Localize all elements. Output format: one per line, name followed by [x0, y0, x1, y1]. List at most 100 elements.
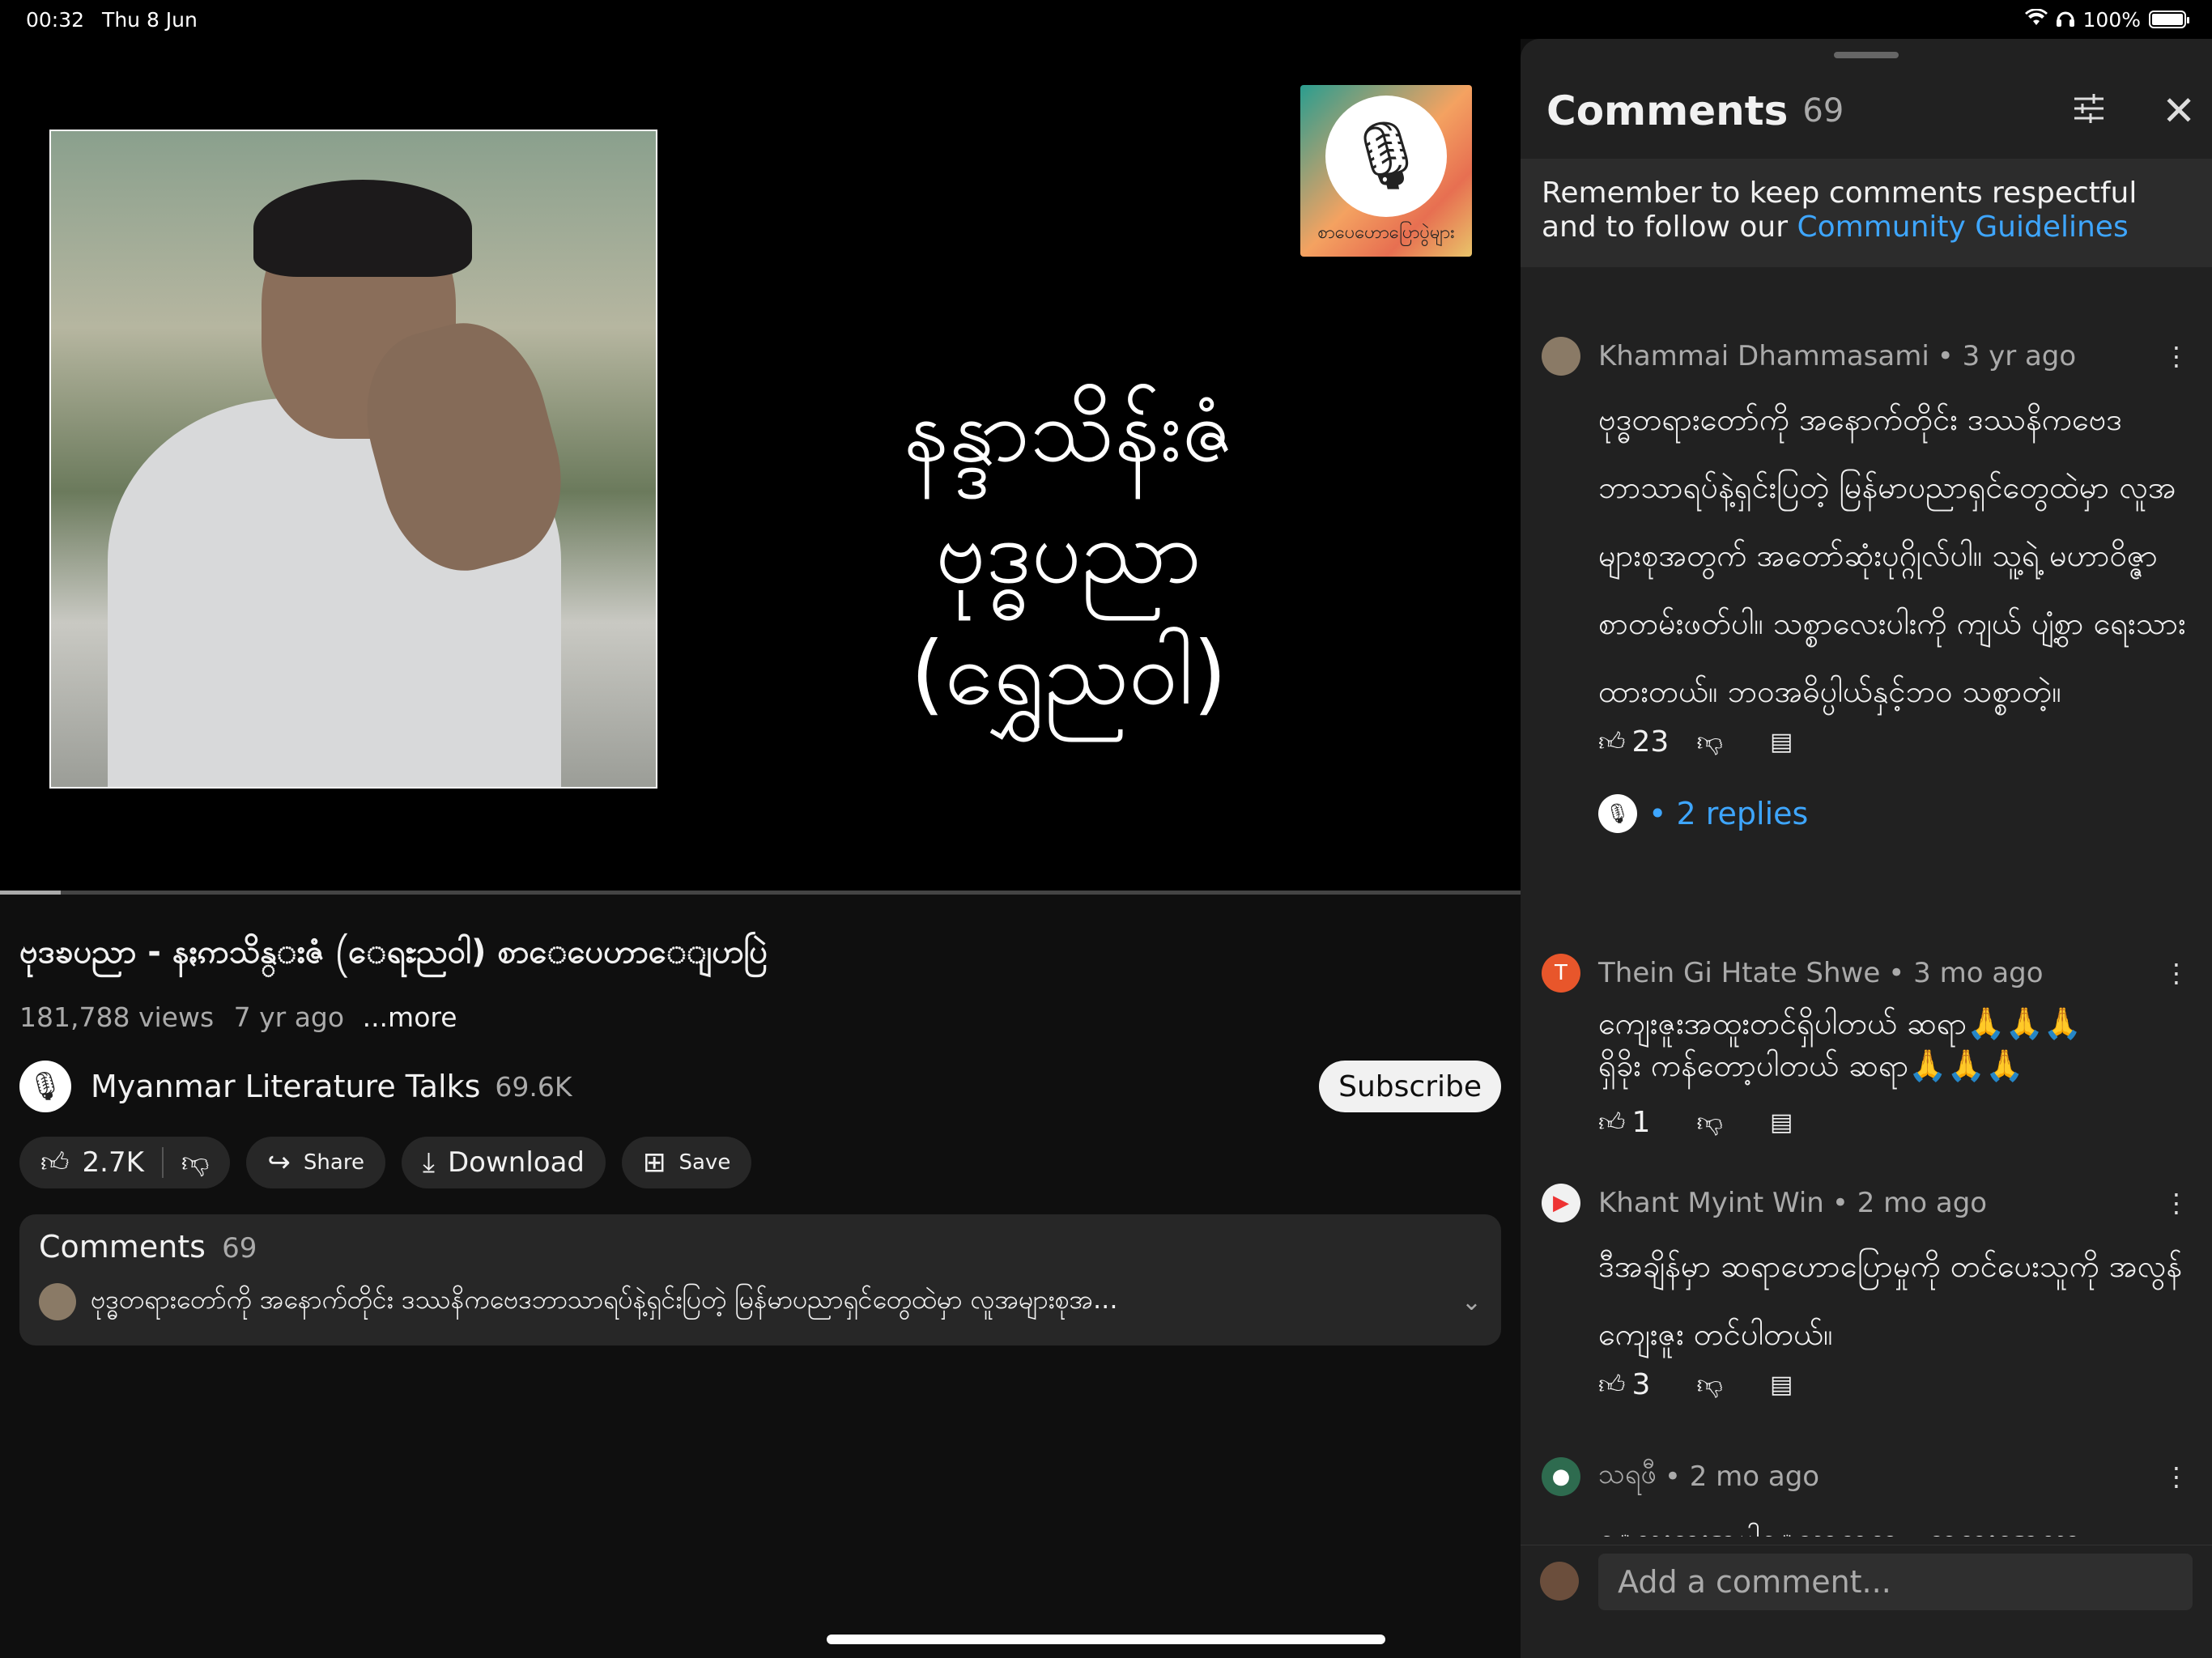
like-count[interactable]: 2.7K	[83, 1146, 144, 1179]
channel-name[interactable]: Myanmar Literature Talks	[91, 1069, 480, 1104]
reply-icon[interactable]: ▤	[1770, 728, 1793, 756]
more-link[interactable]: ...more	[363, 1001, 457, 1033]
more-options-icon[interactable]: ⋮	[2163, 341, 2189, 372]
chevron-down-icon[interactable]: ⌄	[1461, 1288, 1482, 1316]
comments-preview-title: Comments	[39, 1229, 206, 1265]
thumbs-up-icon[interactable]: 👍︎	[1598, 1107, 1625, 1138]
panel-title: Comments	[1546, 87, 1789, 134]
comment-header: ● သရဖီ • 2 mo ago ⋮	[1542, 1456, 2189, 1497]
download-icon: ⤓	[422, 1146, 435, 1179]
comment-actions: 👍︎ 1 👎︎ ▤	[1598, 1106, 2189, 1139]
microphone-icon: 🎙	[1325, 95, 1447, 217]
sort-filter-icon[interactable]	[2073, 91, 2105, 132]
comment-author[interactable]: Thein Gi Htate Shwe	[1598, 957, 1880, 989]
status-right: 100%	[2024, 7, 2189, 32]
comments-list: Khammai Dhammasami • 3 yr ago ⋮ ဗုဒ္ဓတရာ…	[1521, 290, 2212, 1537]
view-count: 181,788 views	[19, 1001, 215, 1033]
save-playlist-icon: ⊞	[643, 1146, 666, 1179]
comment-age: • 3 mo ago	[1888, 957, 2044, 989]
video-overlay-title: နန္ဒာသိန်းဇံ ဗုဒ္ဓပညာ (ရွှေညဝါ)	[850, 371, 1287, 735]
comment-item: ● သရဖီ • 2 mo ago ⋮ ေလးစားအပ္ပါေသာဆရာ...…	[1542, 1456, 2189, 1537]
comments-preview-text: ဗုဒ္ဓတရားတော်ကို အနောက်တိုင်း ဒဿနိကဗေဒဘာ…	[91, 1284, 1118, 1315]
comment-text: ဗုဒ္ဓတရားတော်ကို အနောက်တိုင်း ဒဿနိကဗေဒ ဘ…	[1598, 402, 2186, 709]
like-dislike-pill: 👍︎ 2.7K 👎︎	[19, 1137, 231, 1188]
comment-header: ▶ Khant Myint Win • 2 mo ago ⋮	[1542, 1184, 2189, 1222]
community-guidelines-link[interactable]: Community Guidelines	[1797, 210, 2128, 244]
save-button[interactable]: ⊞ Save	[622, 1137, 752, 1188]
video-thumbnail-photo	[49, 130, 657, 789]
thumbs-down-icon[interactable]: 👎︎	[1696, 726, 1722, 758]
comment-actions: 👍︎ 3 👎︎ ▤	[1598, 1368, 2189, 1401]
share-icon: ↪	[267, 1146, 291, 1179]
headphones-icon	[2056, 8, 2075, 32]
comment-like-count: 3	[1631, 1368, 1651, 1401]
comment-author[interactable]: သရဖီ	[1598, 1456, 1657, 1497]
add-comment-input[interactable]	[1598, 1554, 2193, 1610]
wifi-icon	[2024, 7, 2048, 32]
overlay-line-1: နန္ဒာသိန်းဇံ	[903, 380, 1235, 482]
close-icon[interactable]: ✕	[2162, 87, 2196, 134]
creator-avatar: 🎙	[1598, 794, 1637, 833]
more-options-icon[interactable]: ⋮	[2163, 1461, 2189, 1492]
more-options-icon[interactable]: ⋮	[2163, 1188, 2189, 1218]
commenter-avatar[interactable]: T	[1542, 954, 1580, 993]
commenter-avatar[interactable]	[1542, 337, 1580, 376]
comment-author[interactable]: Khant Myint Win	[1598, 1187, 1824, 1219]
comment-text: ကျေးဇူးအထူးတင်ရှိပါတယ် ဆရာ🙏🙏🙏 ရှိခိုး ကန…	[1598, 1002, 2189, 1086]
comments-panel: Comments 69 ✕ Remember to keep comments …	[1521, 39, 2212, 1658]
status-bar: 00:32 Thu 8 Jun 100%	[0, 0, 2212, 39]
comment-actions: 👍︎ 23 👎︎ ▤	[1598, 725, 2189, 759]
more-options-icon[interactable]: ⋮	[2163, 958, 2189, 988]
battery-icon	[2149, 11, 2189, 28]
reply-icon[interactable]: ▤	[1770, 1108, 1793, 1137]
video-player[interactable]: နန္ဒာသိန်းဇံ ဗုဒ္ဓပညာ (ရွှေညဝါ) 🎙 စာပေဟေ…	[0, 39, 1521, 892]
comment-text: ဒီအချိန်မှာ ဆရာဟောပြောမှုကို တင်ပေးသူကို…	[1598, 1248, 2183, 1352]
comments-preview-count: 69	[222, 1232, 257, 1265]
comment-text-line-1: ကျေးဇူးအထူးတင်ရှိပါတယ် ဆရာ🙏🙏🙏	[1598, 1005, 2082, 1041]
subscriber-count: 69.6K	[495, 1070, 572, 1103]
thumbs-down-icon[interactable]: 👎︎	[181, 1146, 210, 1180]
thumbs-up-icon[interactable]: 👍︎	[40, 1146, 70, 1180]
comment-header: Khammai Dhammasami • 3 yr ago ⋮	[1542, 337, 2189, 376]
video-area: နန္ဒာသိန်းဇံ ဗုဒ္ဓပညာ (ရွှေညဝါ) 🎙 စာပေဟေ…	[0, 39, 1521, 1658]
video-stats: 181,788 views 7 yr ago ...more	[19, 1001, 1501, 1033]
download-label: Download	[447, 1146, 585, 1179]
subscribe-button[interactable]: Subscribe	[1319, 1061, 1501, 1112]
overlay-line-3: (ရွှေညဝါ)	[910, 623, 1227, 725]
home-indicator[interactable]	[827, 1635, 1385, 1644]
thumbs-down-icon[interactable]: 👎︎	[1696, 1369, 1722, 1401]
share-label: Share	[303, 1150, 364, 1175]
download-button[interactable]: ⤓ Download	[401, 1137, 606, 1188]
view-replies-button[interactable]: 🎙 • 2 replies	[1598, 794, 2189, 833]
overlay-line-2: ဗုဒ္ဓပညာ	[935, 502, 1202, 603]
comment-author[interactable]: Khammai Dhammasami	[1598, 340, 1929, 372]
commenter-avatar[interactable]: ●	[1542, 1456, 1580, 1496]
comment-text: ေလးစားအပ္ပါေသာဆရာ...ဘုရားအေလာ	[1598, 1518, 2189, 1537]
share-button[interactable]: ↪ Share	[246, 1137, 385, 1188]
channel-watermark: 🎙 စာပေဟောပြောပွဲများ	[1300, 85, 1472, 257]
video-title[interactable]: ဗုဒၶပညာ - နႏၵာသိန္းဇံ (ေရႊညဝါ) စာေပေဟာေျ…	[19, 931, 1501, 979]
panel-drag-handle[interactable]	[1834, 52, 1899, 58]
comments-preview-header: Comments 69	[39, 1229, 1482, 1265]
comments-preview-card[interactable]: Comments 69 ဗုဒ္ဓတရားတော်ကို အနောက်တိုင်…	[19, 1214, 1501, 1346]
comment-age: • 2 mo ago	[1831, 1187, 1988, 1219]
thumbs-down-icon[interactable]: 👎︎	[1696, 1107, 1722, 1138]
comment-like-count: 1	[1631, 1106, 1651, 1139]
reply-icon[interactable]: ▤	[1770, 1371, 1793, 1399]
comment-age: • 3 yr ago	[1937, 340, 2077, 372]
replies-count: • 2 replies	[1648, 796, 1809, 831]
comment-like-count: 23	[1631, 725, 1670, 759]
channel-avatar[interactable]: 🎙	[19, 1061, 71, 1112]
progress-played	[0, 891, 62, 895]
commenter-avatar	[39, 1283, 76, 1320]
video-progress-bar[interactable]	[0, 891, 1521, 895]
thumbs-up-icon[interactable]: 👍︎	[1598, 726, 1625, 758]
commenter-avatar[interactable]: ▶	[1542, 1184, 1580, 1222]
panel-header: Comments 69 ✕	[1546, 87, 2196, 134]
action-bar: 👍︎ 2.7K 👎︎ ↪ Share ⤓ Download ⊞ Save	[19, 1137, 1501, 1188]
video-meta: ဗုဒၶပညာ - နႏၵာသိန္းဇံ (ေရႊညဝါ) စာေပေဟာေျ…	[19, 931, 1501, 1346]
watermark-caption: စာပေဟောပြောပွဲများ	[1317, 222, 1455, 243]
thumbs-up-icon[interactable]: 👍︎	[1598, 1369, 1625, 1401]
comments-preview-row: ဗုဒ္ဓတရားတော်ကို အနောက်တိုင်း ဒဿနိကဗေဒဘာ…	[39, 1282, 1482, 1321]
status-date: Thu 8 Jun	[102, 7, 198, 32]
